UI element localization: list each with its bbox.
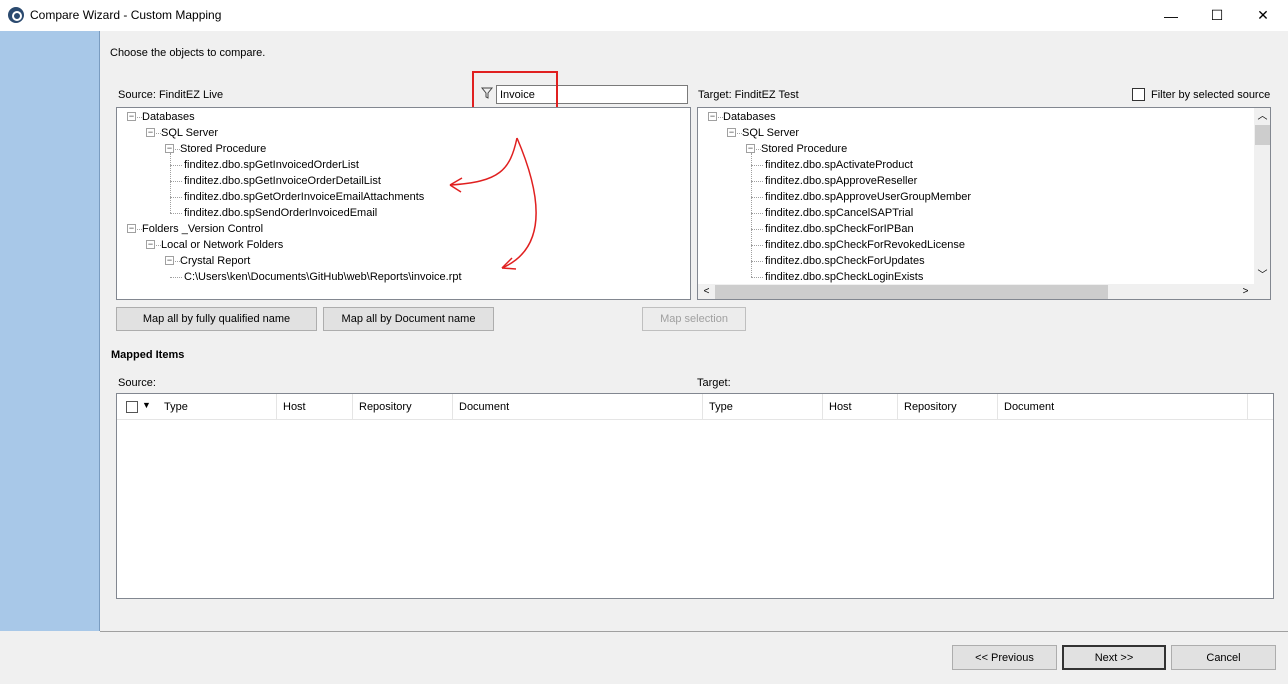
cancel-button[interactable]: Cancel: [1171, 645, 1276, 670]
close-button[interactable]: ✕: [1240, 0, 1286, 31]
grid-column-header[interactable]: Repository: [353, 394, 453, 420]
dropdown-arrow-icon[interactable]: ▼: [142, 400, 151, 410]
target-tree[interactable]: − Databases − SQL Server − Stored Procedure fi…: [697, 107, 1271, 300]
window-title: Compare Wizard - Custom Mapping: [30, 8, 222, 22]
map-all-document-button[interactable]: Map all by Document name: [323, 307, 494, 331]
minimize-button[interactable]: —: [1148, 0, 1194, 31]
tree-leaf-node[interactable]: finditez.dbo.spCancelSAPTrial: [765, 205, 913, 221]
tree-connector: [751, 277, 763, 278]
tree-folder-node[interactable]: Stored Procedure: [180, 141, 266, 157]
title-bar: Compare Wizard - Custom Mapping — ☐ ✕: [0, 0, 1288, 31]
target-horizontal-scrollbar[interactable]: < >: [698, 284, 1254, 299]
tree-connector: [751, 245, 763, 246]
source-tree[interactable]: − Databases − SQL Server − Stored Procedure fi…: [116, 107, 691, 300]
wizard-side-banner: [0, 31, 100, 631]
scroll-left-icon[interactable]: <: [698, 284, 715, 299]
grid-column-header[interactable]: Host: [823, 394, 898, 420]
tree-leaf-node[interactable]: finditez.dbo.spApproveUserGroupMember: [765, 189, 971, 205]
scroll-right-icon[interactable]: >: [1237, 284, 1254, 299]
tree-expand-toggle[interactable]: −: [708, 112, 717, 121]
instructions-text: Choose the objects to compare.: [110, 47, 266, 59]
tree-connector: [170, 277, 182, 278]
tree-connector: [751, 181, 763, 182]
tree-folder-node[interactable]: Stored Procedure: [761, 141, 847, 157]
filter-by-source-checkbox[interactable]: [1132, 88, 1145, 101]
app-icon: [8, 7, 24, 23]
filter-by-source-label: Filter by selected source: [1151, 89, 1271, 101]
scroll-up-icon[interactable]: ︿: [1254, 108, 1270, 125]
footer-separator: [100, 631, 1288, 632]
mapped-items-grid[interactable]: ▼ Type Host Repository Document Type Host Repo…: [116, 393, 1274, 599]
tree-leaf-node[interactable]: finditez.dbo.spSendOrderInvoicedEmail: [184, 205, 377, 221]
tree-connector: [170, 197, 182, 198]
tree-expand-toggle[interactable]: −: [127, 224, 136, 233]
tree-folder-node[interactable]: Databases: [723, 109, 776, 125]
map-all-fqn-button[interactable]: Map all by fully qualified name: [116, 307, 317, 331]
target-tree-viewport: − Databases − SQL Server − Stored Procedure fi…: [698, 108, 1254, 284]
tree-leaf-node[interactable]: finditez.dbo.spGetInvoiceOrderDetailList: [184, 173, 381, 189]
annotation-arrows: [449, 137, 537, 270]
scrollbar-corner: [1254, 284, 1270, 299]
target-vertical-scrollbar[interactable]: ︿ ﹀: [1254, 108, 1270, 284]
previous-button[interactable]: << Previous: [952, 645, 1057, 670]
grid-column-header[interactable]: Document: [998, 394, 1248, 420]
tree-expand-toggle[interactable]: −: [127, 112, 136, 121]
tree-connector: [170, 181, 182, 182]
horizontal-scroll-thumb[interactable]: [715, 285, 1108, 299]
tree-connector: [170, 213, 182, 214]
tree-expand-toggle[interactable]: −: [146, 240, 155, 249]
mapped-source-label: Source:: [118, 377, 156, 389]
tree-leaf-node[interactable]: finditez.dbo.spGetOrderInvoiceEmailAttac…: [184, 189, 424, 205]
grid-column-header[interactable]: Document: [453, 394, 703, 420]
tree-folder-node[interactable]: Folders _Version Control: [142, 221, 263, 237]
next-button[interactable]: Next >>: [1062, 645, 1166, 670]
tree-folder-node[interactable]: SQL Server: [161, 125, 218, 141]
tree-connector: [751, 261, 763, 262]
tree-connector: [170, 153, 171, 213]
tree-connector: [751, 153, 752, 277]
tree-expand-toggle[interactable]: −: [165, 144, 174, 153]
tree-connector: [170, 165, 182, 166]
maximize-button[interactable]: ☐: [1194, 0, 1240, 31]
tree-leaf-node[interactable]: finditez.dbo.spCheckForIPBan: [765, 221, 914, 237]
grid-column-header[interactable]: Host: [277, 394, 353, 420]
tree-expand-toggle[interactable]: −: [165, 256, 174, 265]
grid-column-header[interactable]: Type: [158, 394, 277, 420]
grid-column-header[interactable]: Repository: [898, 394, 998, 420]
tree-folder-node[interactable]: Databases: [142, 109, 195, 125]
source-label: Source: FinditEZ Live: [118, 89, 224, 101]
tree-leaf-node[interactable]: finditez.dbo.spCheckForUpdates: [765, 253, 925, 269]
mapped-target-label: Target:: [697, 377, 731, 389]
vertical-scroll-thumb[interactable]: [1255, 125, 1270, 145]
tree-expand-toggle[interactable]: −: [727, 128, 736, 137]
select-all-checkbox[interactable]: [126, 401, 138, 413]
grid-column-header[interactable]: Type: [703, 394, 823, 420]
tree-leaf-node[interactable]: finditez.dbo.spActivateProduct: [765, 157, 913, 173]
tree-connector: [751, 197, 763, 198]
target-label: Target: FinditEZ Test: [698, 89, 799, 101]
tree-connector: [751, 213, 763, 214]
tree-leaf-node[interactable]: finditez.dbo.spCheckLoginExists: [765, 269, 923, 284]
map-selection-button[interactable]: Map selection: [642, 307, 746, 331]
tree-leaf-node[interactable]: finditez.dbo.spGetInvoicedOrderList: [184, 157, 359, 173]
scroll-down-icon[interactable]: ﹀: [1254, 267, 1270, 284]
tree-folder-node[interactable]: Crystal Report: [180, 253, 250, 269]
mapped-items-heading: Mapped Items: [111, 349, 185, 361]
tree-folder-node[interactable]: Local or Network Folders: [161, 237, 283, 253]
tree-expand-toggle[interactable]: −: [746, 144, 755, 153]
tree-expand-toggle[interactable]: −: [146, 128, 155, 137]
tree-leaf-node[interactable]: C:\Users\ken\Documents\GitHub\web\Report…: [184, 269, 462, 285]
tree-connector: [751, 229, 763, 230]
tree-connector: [751, 165, 763, 166]
tree-leaf-node[interactable]: finditez.dbo.spApproveReseller: [765, 173, 917, 189]
tree-leaf-node[interactable]: finditez.dbo.spCheckForRevokedLicense: [765, 237, 965, 253]
tree-folder-node[interactable]: SQL Server: [742, 125, 799, 141]
